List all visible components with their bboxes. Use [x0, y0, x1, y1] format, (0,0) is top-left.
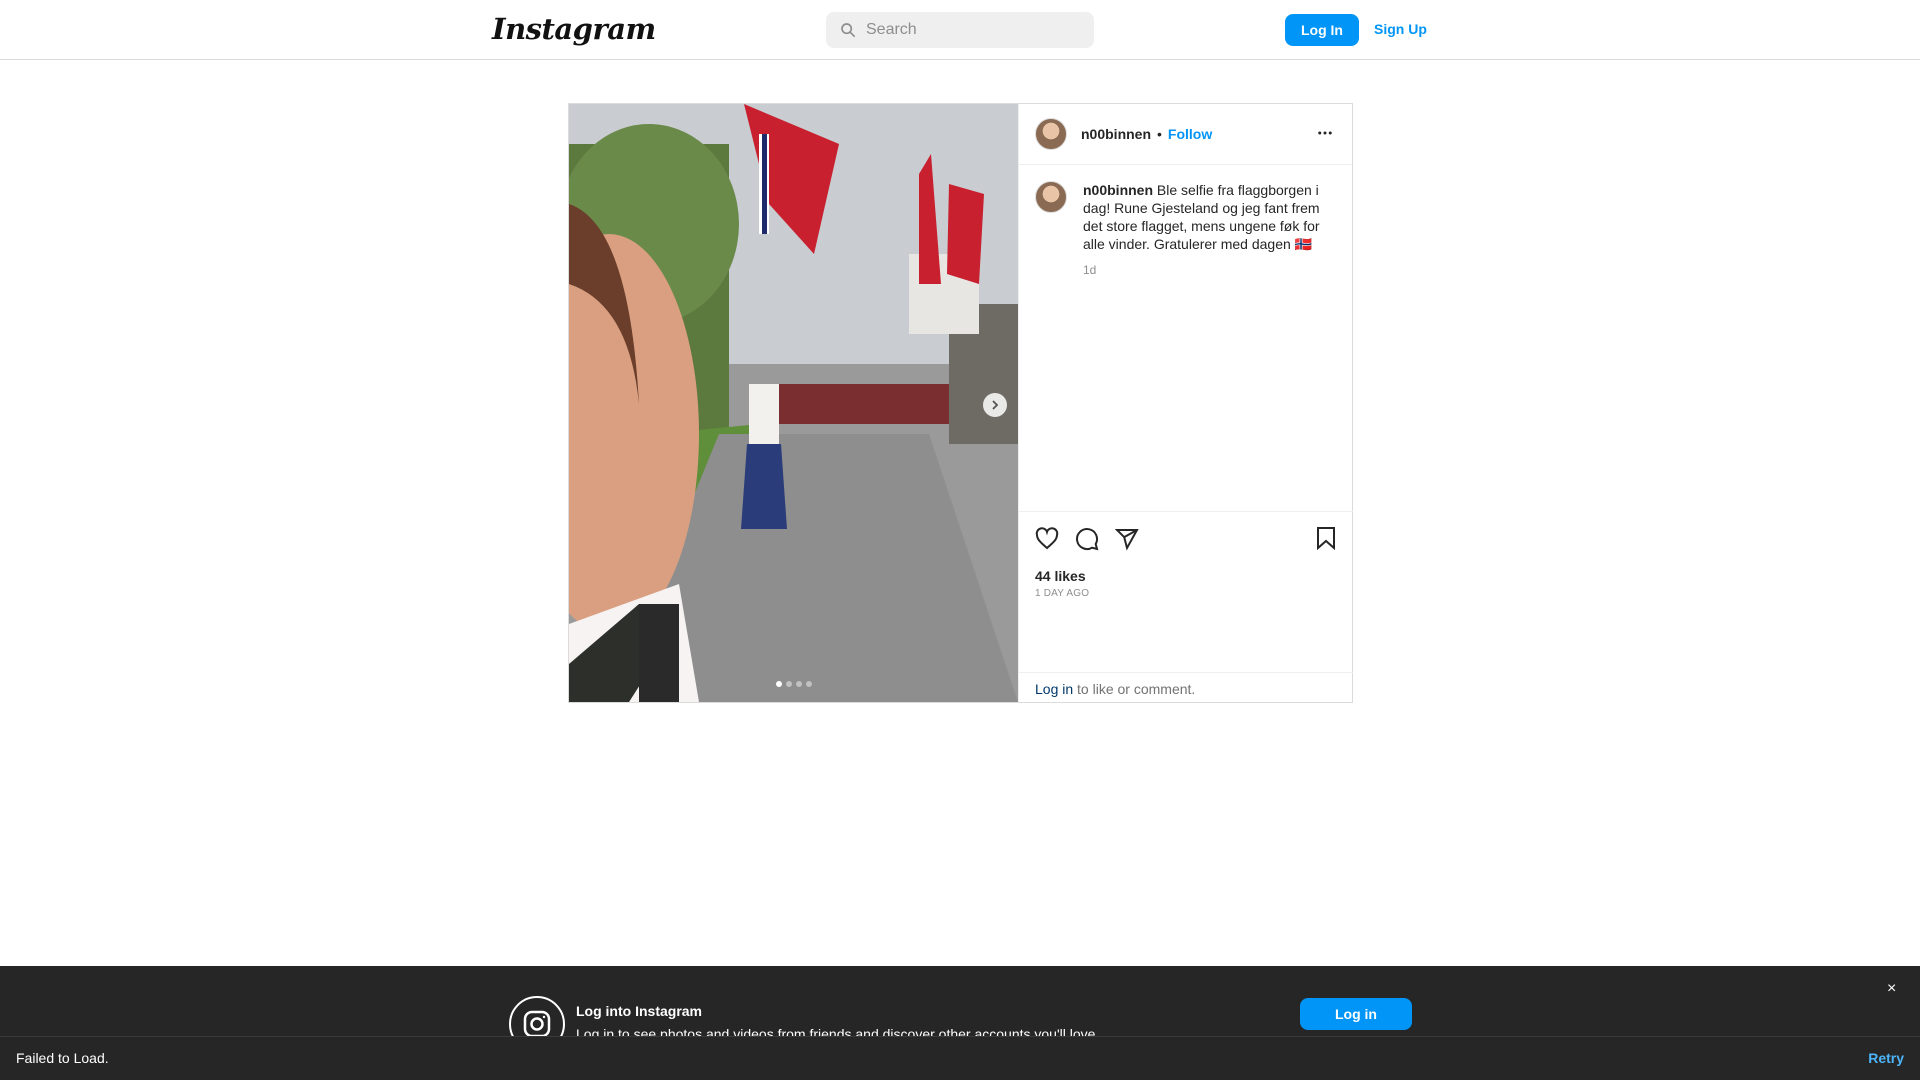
login-button[interactable]: Log In	[1285, 14, 1359, 46]
avatar[interactable]	[1035, 181, 1067, 213]
post-header: n00binnen • Follow	[1019, 104, 1352, 165]
carousel-dot	[786, 681, 792, 687]
bookmark-icon[interactable]	[1315, 526, 1337, 550]
chevron-right-icon	[992, 400, 999, 410]
post-image[interactable]	[569, 104, 1018, 702]
post-username[interactable]: n00binnen	[1081, 126, 1151, 142]
share-icon[interactable]	[1115, 527, 1139, 551]
caption-body: n00binnen Ble selfie fra flaggborgen i d…	[1083, 181, 1333, 279]
login-banner: Log into Instagram Log in to see photos …	[0, 966, 1920, 1052]
post-sidebar: n00binnen • Follow n00binnen Ble selfie …	[1018, 104, 1353, 702]
next-slide-button[interactable]	[983, 393, 1007, 417]
likes-count[interactable]: 44 likes	[1019, 552, 1353, 584]
search-input[interactable]	[866, 21, 1086, 39]
post-caption: n00binnen Ble selfie fra flaggborgen i d…	[1019, 165, 1352, 279]
banner-title: Log into Instagram	[576, 1003, 702, 1019]
comment-prompt: to like or comment.	[1073, 681, 1196, 697]
toast-message: Failed to Load.	[16, 1050, 109, 1066]
search-bar[interactable]	[826, 12, 1094, 48]
close-icon[interactable]: ×	[1887, 980, 1896, 998]
instagram-logo[interactable]: Instagram	[492, 12, 656, 46]
comment-login-link[interactable]: Log in	[1035, 681, 1073, 697]
banner-login-button[interactable]: Log in	[1300, 998, 1412, 1030]
post-actions: 44 likes 1 DAY AGO	[1019, 511, 1353, 611]
action-icons	[1019, 512, 1353, 552]
retry-button[interactable]: Retry	[1868, 1050, 1904, 1066]
top-nav: Instagram Log In Sign Up	[0, 0, 1920, 60]
post-timestamp: 1 DAY AGO	[1035, 588, 1090, 599]
carousel-dots	[776, 681, 812, 687]
signup-link[interactable]: Sign Up	[1374, 21, 1427, 37]
caption-username[interactable]: n00binnen	[1083, 182, 1153, 198]
follow-button[interactable]: Follow	[1168, 126, 1212, 142]
more-icon[interactable]	[1316, 124, 1334, 142]
error-toast: Failed to Load. Retry	[0, 1036, 1920, 1080]
carousel-dot	[776, 681, 782, 687]
carousel-dot	[796, 681, 802, 687]
search-icon	[841, 23, 856, 38]
carousel-dot	[806, 681, 812, 687]
caption-time: 1d	[1083, 263, 1097, 277]
post-photo	[569, 104, 1018, 702]
post-card: n00binnen • Follow n00binnen Ble selfie …	[568, 103, 1353, 703]
avatar[interactable]	[1035, 118, 1067, 150]
heart-icon[interactable]	[1035, 527, 1059, 551]
comment-icon[interactable]	[1075, 527, 1099, 551]
separator-bullet: •	[1157, 126, 1162, 142]
comment-bar: Log in to like or comment.	[1019, 672, 1353, 702]
